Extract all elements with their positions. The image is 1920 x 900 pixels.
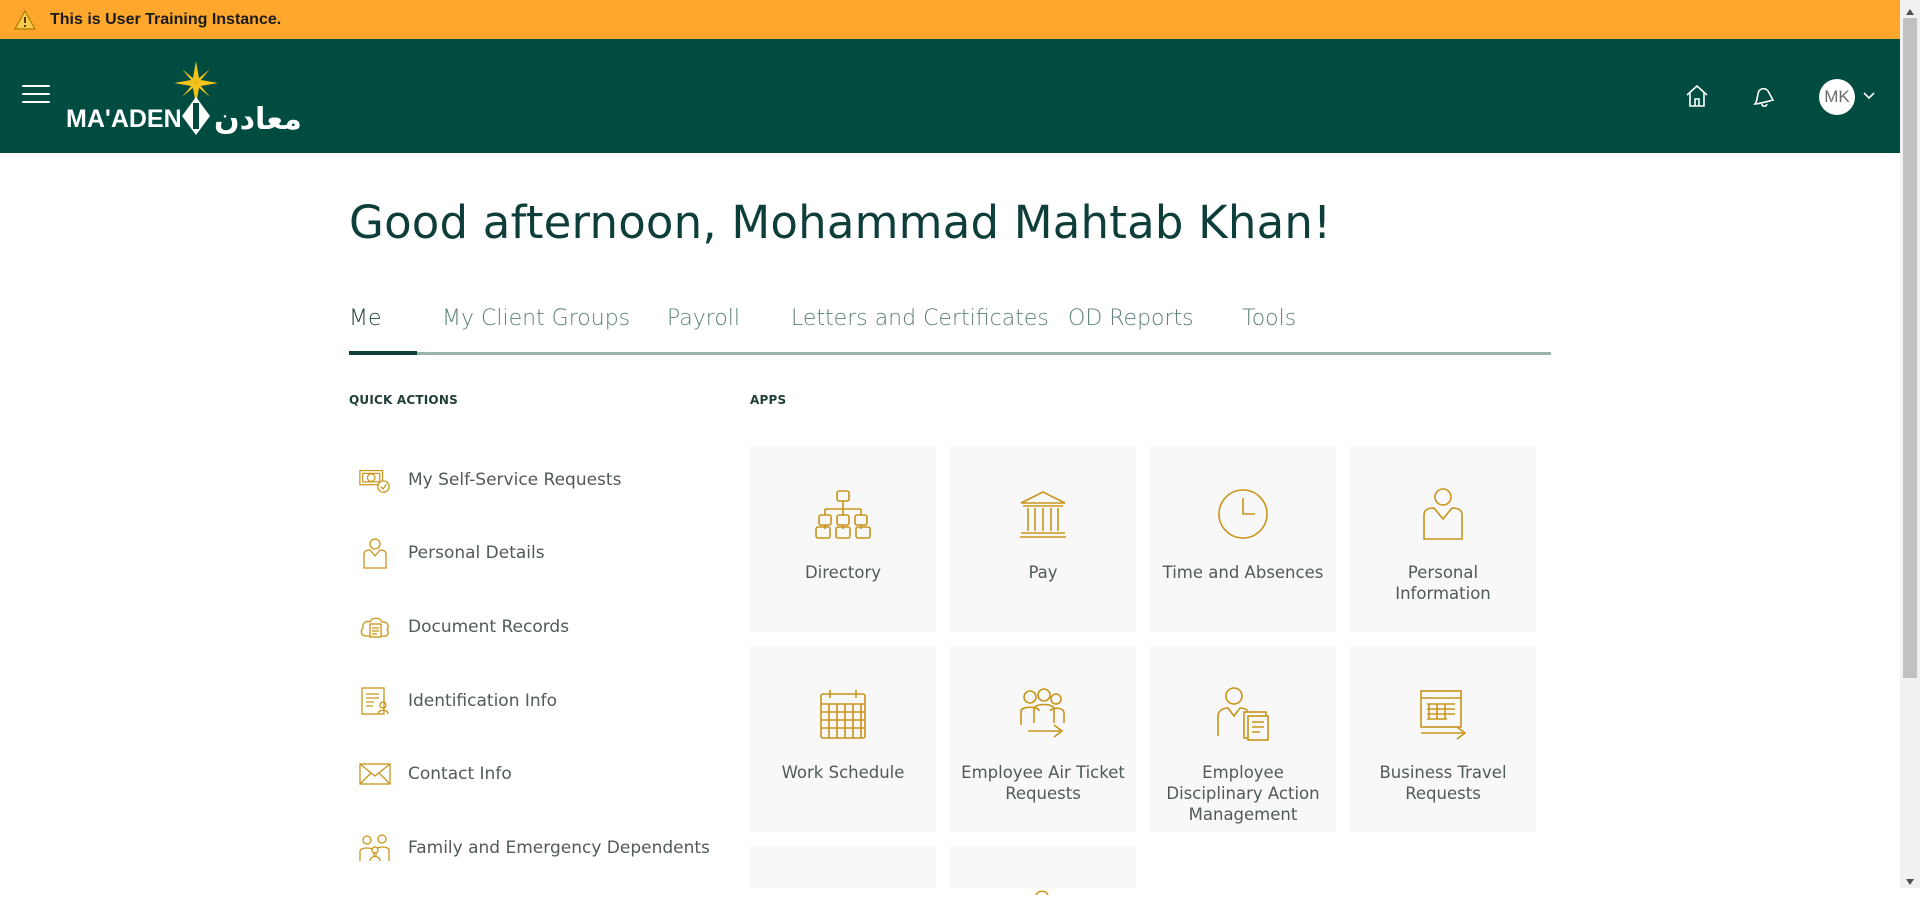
app-tile-label: Directory bbox=[804, 563, 882, 582]
menu-icon[interactable] bbox=[22, 85, 50, 107]
app-tile-label: Employee Disciplinary Action Management bbox=[1166, 763, 1320, 824]
app-tile-partial[interactable] bbox=[950, 846, 1136, 896]
active-tab-indicator bbox=[349, 351, 417, 355]
app-tile-label: Employee Air Ticket Requests bbox=[961, 763, 1125, 803]
person-document-icon bbox=[1213, 686, 1273, 742]
app-tile-pay[interactable]: Pay bbox=[950, 446, 1136, 632]
apps-heading: APPS bbox=[750, 393, 787, 407]
app-tile-directory[interactable]: Directory bbox=[750, 446, 936, 632]
tab-payroll[interactable]: Payroll bbox=[667, 306, 740, 331]
page-greeting: Good afternoon, Mohammad Mahtab Khan! bbox=[349, 196, 1332, 249]
app-tile-label: Personal Information bbox=[1395, 563, 1491, 603]
warning-icon bbox=[14, 9, 36, 31]
global-header: MA'ADEN معادن MK bbox=[0, 39, 1900, 153]
tab-my-client-groups[interactable]: My Client Groups bbox=[442, 306, 630, 331]
tab-me[interactable]: Me bbox=[349, 306, 382, 331]
quick-action-label: Family and Emergency Dependents bbox=[408, 838, 710, 858]
org-chart-icon bbox=[813, 486, 873, 542]
tab-od-reports[interactable]: OD Reports bbox=[1068, 306, 1194, 331]
scroll-down-arrow-icon[interactable] bbox=[1905, 874, 1915, 885]
app-tile-label: Pay bbox=[1028, 563, 1058, 582]
quick-action-personal-details[interactable]: Personal Details bbox=[358, 533, 718, 573]
identification-info-icon bbox=[358, 684, 392, 718]
training-instance-banner: This is User Training Instance. bbox=[0, 0, 1920, 39]
maaden-logo[interactable]: MA'ADEN معادن bbox=[64, 61, 334, 141]
home-icon[interactable] bbox=[1680, 79, 1714, 113]
app-tile-label: Business Travel Requests bbox=[1379, 763, 1507, 803]
quick-action-identification-info[interactable]: Identification Info bbox=[358, 681, 718, 721]
self-service-requests-icon bbox=[358, 463, 392, 497]
calendar-icon bbox=[813, 686, 873, 742]
svg-text:MA'ADEN: MA'ADEN bbox=[66, 105, 182, 133]
app-tile-label: Time and Absences bbox=[1162, 563, 1324, 582]
app-tile-employee-disciplinary-action-management[interactable]: Employee Disciplinary Action Management bbox=[1150, 646, 1336, 832]
family-icon bbox=[358, 831, 392, 865]
app-tile-business-travel-requests[interactable]: Business Travel Requests bbox=[1350, 646, 1536, 832]
quick-action-label: Document Records bbox=[408, 617, 570, 637]
quick-action-label: My Self-Service Requests bbox=[408, 470, 622, 490]
app-tile-employee-air-ticket-requests[interactable]: Employee Air Ticket Requests bbox=[950, 646, 1136, 832]
report-arrow-icon bbox=[1413, 686, 1473, 742]
clock-icon bbox=[1213, 486, 1273, 542]
app-tile-label: Work Schedule bbox=[781, 763, 905, 782]
person-icon bbox=[1413, 486, 1473, 542]
app-tile-work-schedule[interactable]: Work Schedule bbox=[750, 646, 936, 832]
tabs-divider bbox=[349, 352, 1551, 355]
quick-actions-heading: QUICK ACTIONS bbox=[349, 393, 458, 407]
app-tile-partial[interactable] bbox=[750, 846, 936, 888]
avatar[interactable]: MK bbox=[1819, 79, 1855, 115]
quick-action-contact-info[interactable]: Contact Info bbox=[358, 754, 718, 794]
quick-action-document-records[interactable]: Document Records bbox=[358, 607, 718, 647]
quick-action-family-and-emergency-dependents[interactable]: Family and Emergency Dependents bbox=[358, 828, 718, 868]
group-arrow-icon bbox=[1013, 686, 1073, 742]
tab-tools[interactable]: Tools bbox=[1242, 306, 1296, 331]
tab-letters-and-certificates[interactable]: Letters and Certificates bbox=[791, 306, 1049, 331]
app-icon-partial bbox=[1032, 882, 1052, 896]
banner-text: This is User Training Instance. bbox=[50, 10, 282, 28]
quick-action-self-service-requests[interactable]: My Self-Service Requests bbox=[358, 460, 718, 500]
notifications-bell-icon[interactable] bbox=[1746, 79, 1780, 113]
bank-icon bbox=[1013, 486, 1073, 542]
chevron-down-icon[interactable] bbox=[1862, 89, 1876, 103]
app-tile-time-and-absences[interactable]: Time and Absences bbox=[1150, 446, 1336, 632]
springboard-tabs: Me My Client Groups Payroll Letters and … bbox=[349, 300, 1551, 356]
envelope-icon bbox=[358, 757, 392, 791]
quick-action-label: Identification Info bbox=[408, 691, 558, 711]
quick-action-label: Contact Info bbox=[408, 764, 512, 784]
svg-text:معادن: معادن bbox=[214, 102, 302, 137]
quick-action-label: Personal Details bbox=[408, 543, 545, 563]
app-tile-personal-information[interactable]: Personal Information bbox=[1350, 446, 1536, 632]
scroll-up-arrow-icon[interactable] bbox=[1905, 4, 1915, 15]
document-records-icon bbox=[358, 610, 392, 644]
scrollbar-thumb[interactable] bbox=[1903, 18, 1917, 678]
personal-details-icon bbox=[358, 536, 392, 570]
